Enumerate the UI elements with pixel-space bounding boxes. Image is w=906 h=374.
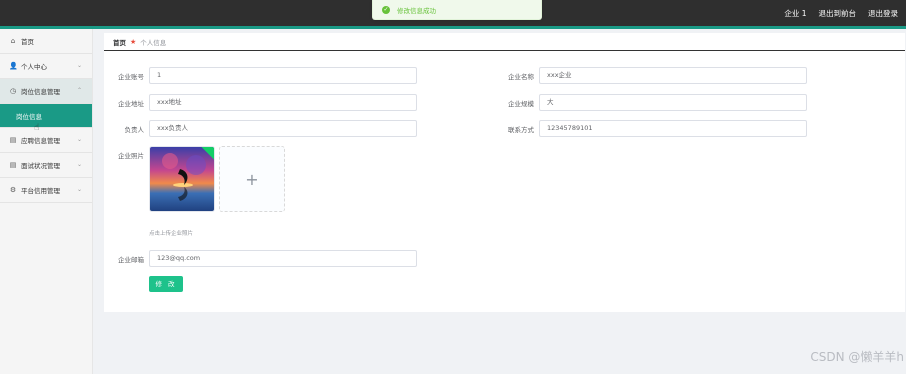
sidebar-item-label: 岗位信息 [16,112,42,121]
logout-link[interactable]: 退出登录 [868,8,898,19]
email-field[interactable]: 123@qq.com [149,250,417,267]
breadcrumb-home[interactable]: 首页 [113,37,126,47]
top-bar-accent-line [0,26,906,29]
photo-label: 企业照片 [118,152,144,160]
sidebar-item-label: 首页 [21,38,34,46]
sidebar-subitem-job-info[interactable]: 岗位信息 [0,104,92,128]
company-photo-image [150,147,214,211]
current-user: 企业 1 [784,8,807,18]
user-icon: 👤 [9,62,18,70]
success-toast: ✓ 修改信息成功 [372,0,542,20]
doc-icon: ▤ [9,136,17,144]
top-bar-links: 企业 1 退出到前台 退出登录 [784,0,898,26]
home-icon: ⌂ [10,37,16,45]
sidebar-item-interview-management[interactable]: ▤ 面试状况管理 ⌄ [0,153,92,178]
sidebar-item-job-management[interactable]: ◷ 岗位信息管理 ⌃ [0,79,92,104]
gear-icon: ⚙ [9,186,17,194]
sidebar-item-label: 平台信用管理 [21,187,60,195]
contact-label: 联系方式 [508,126,534,134]
scale-label: 企业规模 [508,100,534,108]
sidebar: ⌂ 首页 👤 个人中心 ⌄ ◷ 岗位信息管理 ⌃ 岗位信息 ▤ 应聘信息管理 ⌄… [0,29,93,374]
sidebar-item-label: 个人中心 [21,63,47,71]
chevron-down-icon: ⌄ [76,62,82,69]
address-field[interactable]: xxx地址 [149,94,417,111]
scale-field[interactable]: 大 [539,94,807,111]
check-icon: ✓ [382,5,390,14]
main-content: 首页 ★ 个人信息 企业账号 1 企业名称 xxx企业 企业地址 xxx地址 企… [104,33,905,312]
breadcrumb-current: 个人信息 [140,38,167,47]
sidebar-item-label: 岗位信息管理 [21,88,60,96]
email-label: 企业邮箱 [118,256,144,264]
breadcrumb: 首页 ★ 个人信息 [104,33,905,51]
sidebar-item-profile[interactable]: 👤 个人中心 ⌄ [0,54,92,79]
sidebar-item-credit-management[interactable]: ⚙ 平台信用管理 ⌄ [0,178,92,203]
hand-cursor-icon: ☝ [34,123,40,133]
account-field[interactable]: 1 [149,67,417,84]
owner-label: 负责人 [124,126,145,134]
company-name-label: 企业名称 [508,73,534,81]
clock-icon: ◷ [9,87,17,95]
upload-hint: 点击上传企业照片 [149,231,194,237]
company-name-field[interactable]: xxx企业 [539,67,807,84]
chevron-down-icon: ⌄ [76,161,82,168]
toast-message: 修改信息成功 [397,6,436,15]
company-photo[interactable] [149,146,215,212]
sidebar-item-application-management[interactable]: ▤ 应聘信息管理 ⌄ [0,128,92,153]
sidebar-item-label: 应聘信息管理 [21,137,60,145]
owner-field[interactable]: xxx负责人 [149,120,417,137]
chevron-down-icon: ⌄ [76,186,82,193]
submit-button[interactable]: 修 改 [149,276,183,292]
back-to-front-link[interactable]: 退出到前台 [819,8,857,19]
chevron-down-icon: ⌄ [76,136,82,143]
sidebar-item-home[interactable]: ⌂ 首页 [0,29,92,54]
contact-field[interactable]: 12345789101 [539,120,807,137]
sidebar-item-label: 面试状况管理 [21,162,60,170]
address-label: 企业地址 [118,100,144,108]
star-icon: ★ [130,37,137,46]
watermark: CSDN @懒羊羊h [810,350,904,364]
plus-icon: + [245,169,259,189]
doc-icon: ▤ [9,161,17,169]
upload-photo-button[interactable]: + [219,146,285,212]
account-label: 企业账号 [118,73,144,81]
chevron-up-icon: ⌃ [76,87,82,94]
